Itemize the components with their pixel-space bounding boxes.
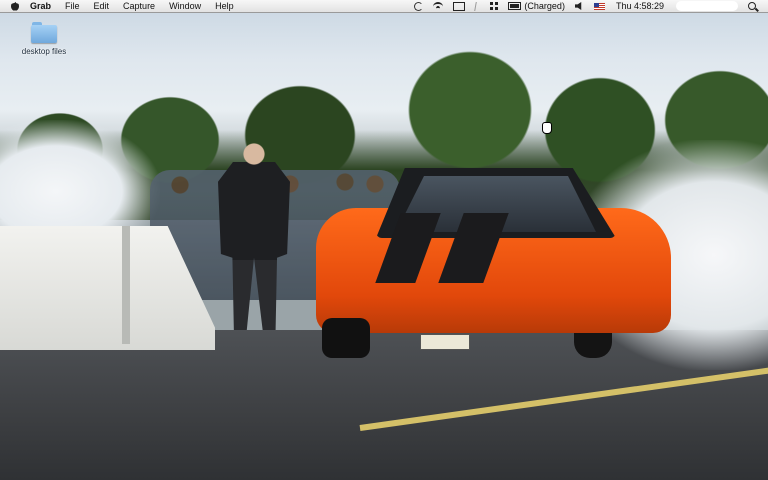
menu-clock[interactable]: Thu 4:58:29 [610, 1, 670, 11]
menu-window[interactable]: Window [162, 0, 208, 12]
volume-status-item[interactable] [570, 0, 589, 12]
search-icon[interactable] [748, 2, 756, 10]
sync-icon [414, 1, 424, 11]
grid-icon [490, 2, 499, 10]
folder-icon-body [31, 25, 57, 43]
wifi-icon [433, 1, 444, 11]
desktop-wallpaper [0, 0, 768, 480]
menu-bar-status-area: (Charged) Thu 4:58:29 [409, 0, 768, 12]
menu-file[interactable]: File [58, 0, 87, 12]
display-status-item[interactable] [448, 0, 470, 12]
spotlight-field[interactable] [676, 1, 738, 11]
volume-icon [574, 2, 582, 10]
apple-icon[interactable] [11, 1, 19, 11]
folder-icon [30, 20, 58, 44]
wifi-status-item[interactable] [428, 0, 448, 12]
display-icon [453, 1, 466, 11]
menu-bar: Grab File Edit Capture Window Help (Char… [0, 0, 768, 13]
car-front-wheel [322, 318, 370, 358]
menu-edit[interactable]: Edit [87, 0, 117, 12]
menu-app-grab[interactable]: Grab [27, 0, 58, 12]
wallpaper-race-car [316, 168, 676, 358]
grid-status-item[interactable] [485, 0, 503, 12]
sync-status-item[interactable] [409, 0, 428, 12]
battery-icon [508, 2, 522, 10]
wallpaper-barrier-joint [122, 226, 130, 344]
menu-bar-left: Grab File Edit Capture Window Help [0, 0, 241, 12]
wallpaper-track-official [218, 140, 290, 330]
input-source-status-item[interactable] [589, 0, 610, 12]
car-license-plate [420, 334, 470, 350]
desktop-icon-label: desktop files [21, 47, 67, 56]
desktop-folder-desktop-files[interactable]: desktop files [14, 20, 74, 56]
menu-capture[interactable]: Capture [116, 0, 162, 12]
battery-status-text: (Charged) [524, 1, 565, 11]
menu-help[interactable]: Help [208, 0, 241, 12]
hand-cursor-icon [542, 122, 552, 134]
bluetooth-icon [474, 1, 482, 11]
bluetooth-status-item[interactable] [470, 0, 485, 12]
battery-status-item[interactable]: (Charged) [503, 0, 570, 12]
us-flag-icon [593, 2, 605, 10]
